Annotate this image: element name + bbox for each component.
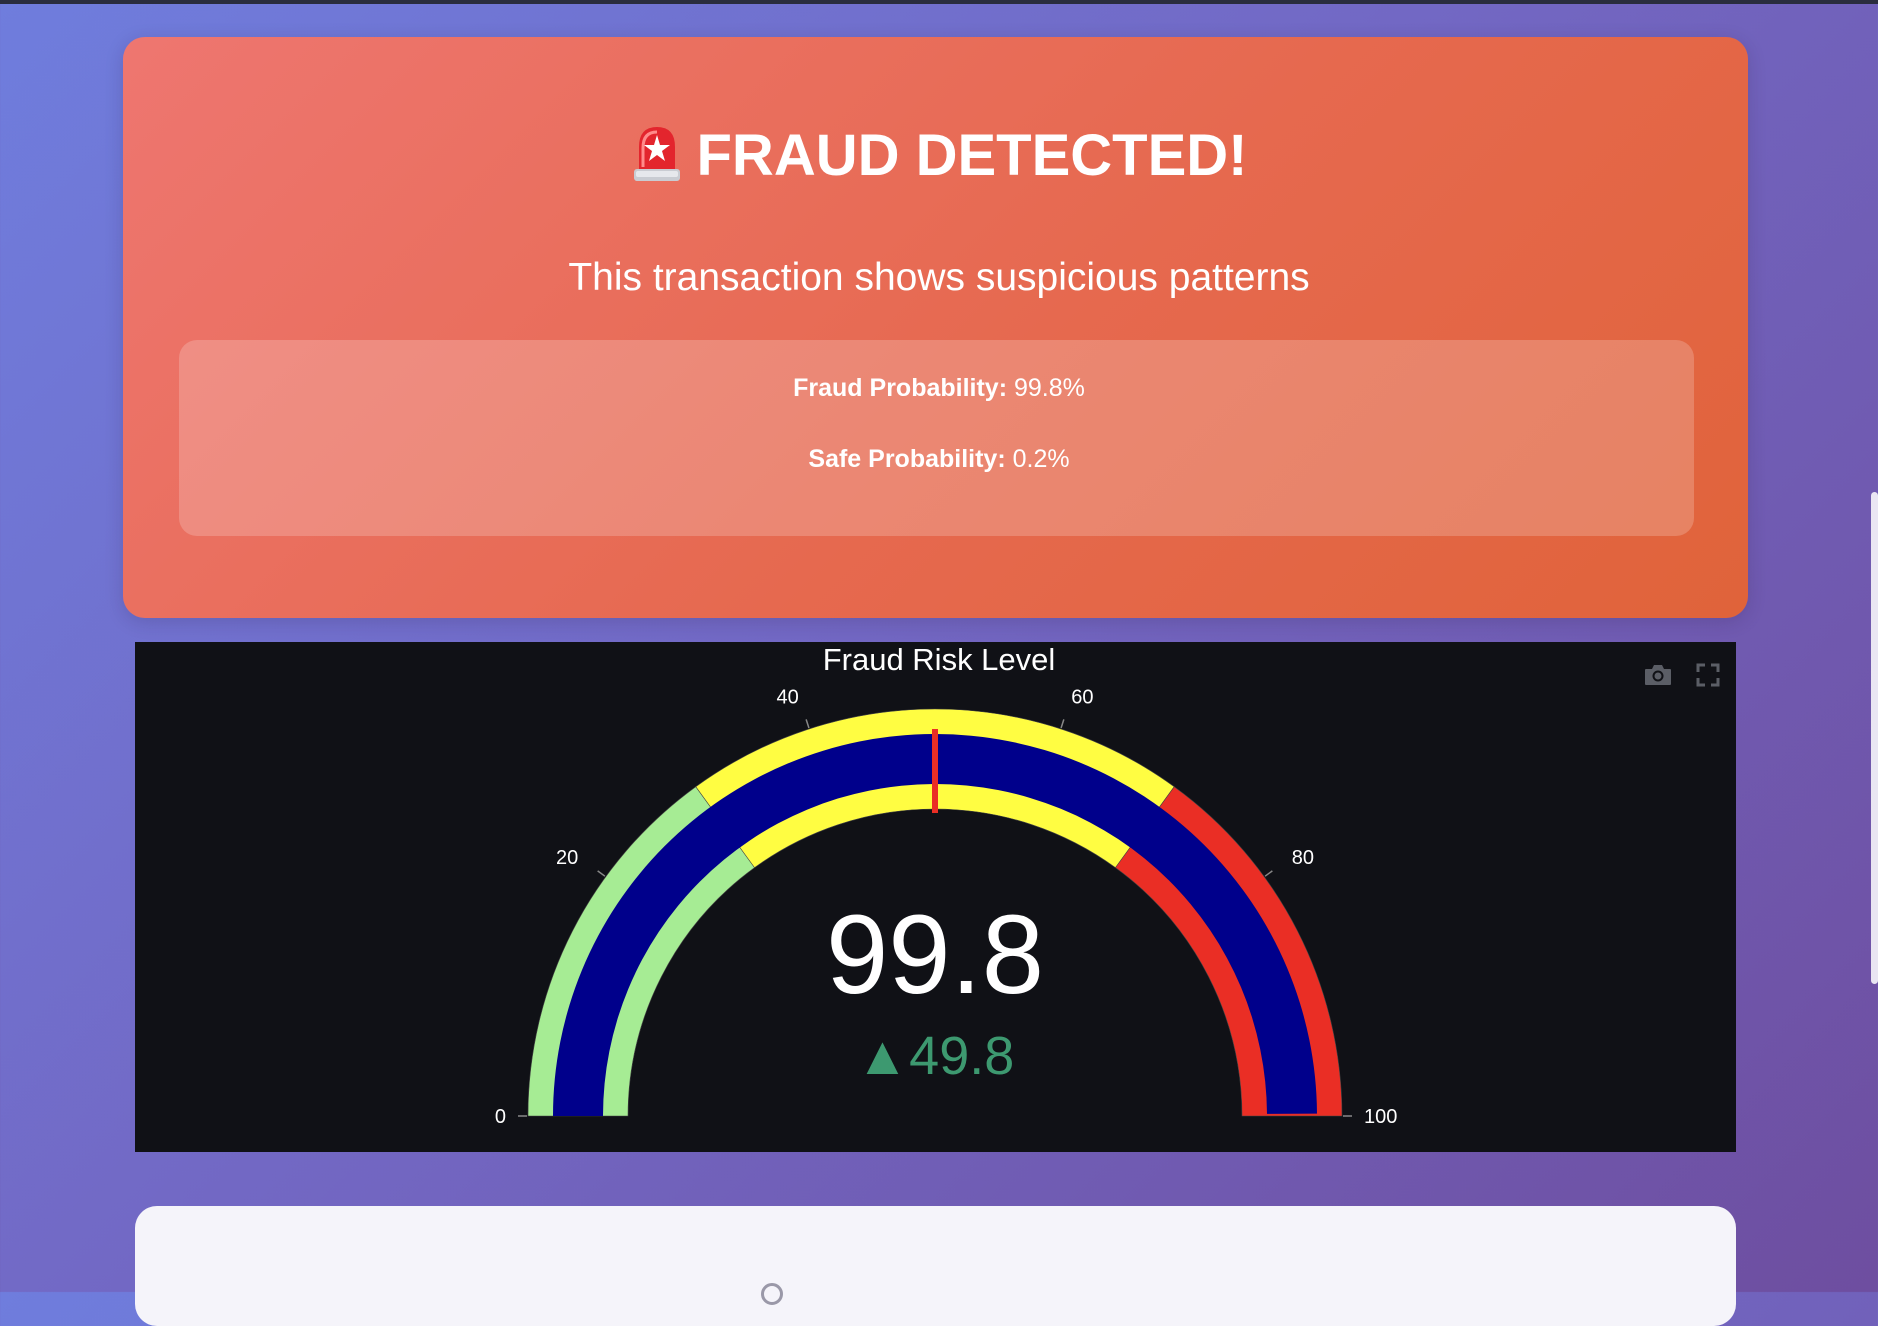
- next-section-card: [135, 1206, 1736, 1326]
- spinner-icon: [761, 1283, 783, 1305]
- gauge-tick-label: 100: [1364, 1106, 1397, 1128]
- gauge-delta: ▲49.8: [856, 1026, 1015, 1086]
- gauge-svg: 0 20 40 60 80 100 99.8 ▲49.8: [495, 687, 1398, 1128]
- gauge-tick-label: 20: [556, 847, 578, 869]
- gauge-tick-label: 0: [495, 1106, 506, 1128]
- gauge-tick-mark: [1060, 719, 1065, 729]
- gauge-tick-mark: [597, 870, 606, 877]
- gauge-tick-label: 60: [1071, 687, 1093, 709]
- gauge-value: 99.8: [826, 892, 1044, 1017]
- page-scrollbar[interactable]: [1871, 492, 1878, 984]
- gauge-tick-mark: [1264, 870, 1273, 877]
- gauge-tick-label: 40: [776, 687, 798, 709]
- gauge-tick-label: 80: [1292, 847, 1314, 869]
- gauge-tick-mark: [805, 719, 810, 729]
